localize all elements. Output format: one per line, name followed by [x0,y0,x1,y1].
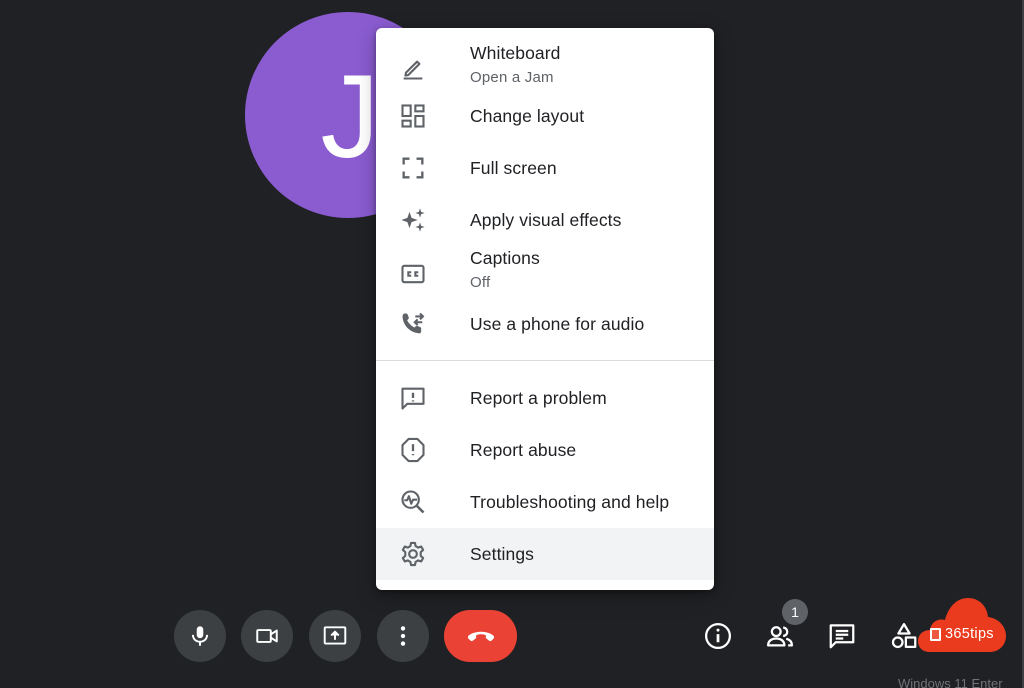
present-screen-icon [322,623,348,649]
menu-item-change-layout[interactable]: Change layout [376,90,714,142]
menu-item-visual-effects[interactable]: Apply visual effects [376,194,714,246]
meeting-stage: J Whiteboard Open a Jam Change layout Fu… [0,0,1024,688]
menu-item-label: Report a problem [470,387,607,408]
sparkle-icon [398,205,428,235]
chat-button[interactable] [824,618,860,654]
captions-icon [398,259,428,289]
gear-icon [398,539,428,569]
participants-count-badge: 1 [782,599,808,625]
menu-item-label: Report abuse [470,439,577,460]
menu-item-label: Whiteboard [470,43,561,63]
present-screen-button[interactable] [309,610,361,662]
menu-item-label: Apply visual effects [470,209,622,230]
fullscreen-icon [398,153,428,183]
menu-item-label: Change layout [470,105,585,126]
more-options-menu: Whiteboard Open a Jam Change layout Full… [376,28,714,590]
avatar-initial: J [320,51,380,183]
shapes-icon [889,621,919,651]
video-camera-icon [254,623,280,649]
phone-forward-icon [398,309,428,339]
menu-item-troubleshooting[interactable]: Troubleshooting and help [376,476,714,528]
menu-item-label: Troubleshooting and help [470,491,670,512]
info-icon [703,621,733,651]
chat-icon [827,621,857,651]
more-vertical-icon [390,623,416,649]
menu-item-captions[interactable]: Captions Off [376,246,714,302]
feedback-icon [398,383,428,413]
menu-item-full-screen[interactable]: Full screen [376,142,714,194]
menu-item-report-abuse[interactable]: Report abuse [376,424,714,476]
menu-item-label: Use a phone for audio [470,313,645,334]
menu-item-sublabel: Open a Jam [470,69,554,86]
menu-divider [376,360,714,361]
menu-item-label: Settings [470,543,535,564]
troubleshoot-icon [398,487,428,517]
meeting-details-button[interactable] [700,618,736,654]
microphone-icon [187,623,213,649]
leave-call-button[interactable] [444,610,517,662]
menu-item-label: Captions [470,248,540,268]
menu-item-label: Full screen [470,157,557,178]
activities-button[interactable] [886,618,922,654]
os-watermark: Windows 11 Enter [898,676,1003,688]
report-icon [398,435,428,465]
brand-text: 365tips [945,626,994,642]
pencil-icon [398,53,428,83]
camera-button[interactable] [241,610,293,662]
office-icon [930,627,941,641]
brand-logo: 365tips [918,598,1006,652]
menu-item-phone-audio[interactable]: Use a phone for audio [376,298,714,350]
hang-up-icon [464,619,498,653]
menu-item-settings[interactable]: Settings [376,528,714,580]
menu-item-sublabel: Off [470,274,491,291]
people-icon [765,621,795,651]
menu-item-report-problem[interactable]: Report a problem [376,372,714,424]
menu-item-whiteboard[interactable]: Whiteboard Open a Jam [376,40,714,96]
more-options-button[interactable] [377,610,429,662]
microphone-button[interactable] [174,610,226,662]
layout-icon [398,101,428,131]
